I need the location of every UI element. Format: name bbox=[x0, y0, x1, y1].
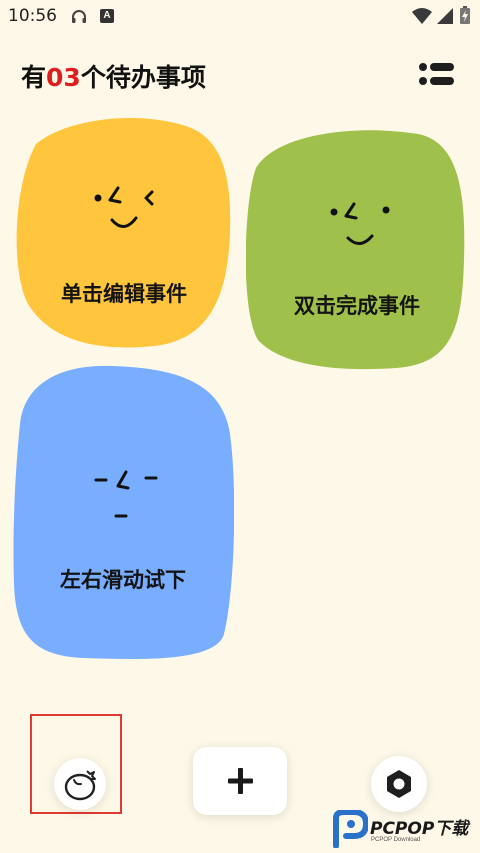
signal-icon bbox=[437, 8, 453, 24]
headset-icon bbox=[72, 10, 86, 23]
card-label: 单击编辑事件 bbox=[61, 282, 187, 306]
list-menu-button[interactable] bbox=[418, 62, 456, 90]
settings-button[interactable] bbox=[371, 756, 427, 812]
watermark-text: PCPOP下载 bbox=[370, 819, 469, 839]
todo-card-swipe[interactable]: 左右滑动试下 bbox=[12, 364, 234, 662]
status-bar: 10:56 A bbox=[0, 0, 480, 34]
pcpop-watermark: PCPOP下载 PCPOP Download bbox=[332, 808, 478, 850]
a-badge-icon: A bbox=[100, 9, 114, 23]
page-title: 有03个待办事项 bbox=[21, 58, 206, 94]
watermark-subtext: PCPOP Download bbox=[371, 837, 421, 843]
card-label: 双击完成事件 bbox=[294, 294, 420, 318]
pcpop-logo-icon bbox=[333, 810, 368, 848]
todo-count: 03 bbox=[46, 63, 81, 92]
status-time: 10:56 bbox=[8, 6, 57, 26]
plus-icon bbox=[228, 768, 253, 794]
face-neutral-icon bbox=[94, 470, 158, 518]
title-prefix: 有 bbox=[21, 63, 47, 92]
list-icon bbox=[419, 63, 454, 85]
tomato-timer-button[interactable] bbox=[54, 758, 106, 810]
add-todo-button[interactable] bbox=[193, 747, 287, 815]
battery-icon bbox=[460, 6, 470, 24]
wifi-icon bbox=[412, 8, 432, 24]
title-suffix: 个待办事项 bbox=[80, 63, 206, 92]
todo-card-complete[interactable]: 双击完成事件 bbox=[246, 130, 468, 370]
hexagon-settings-icon bbox=[387, 770, 411, 798]
face-smile-icon bbox=[330, 202, 390, 245]
tomato-icon bbox=[64, 770, 96, 801]
todo-card-edit[interactable]: 单击编辑事件 bbox=[14, 114, 234, 348]
face-wink-icon bbox=[94, 186, 154, 228]
card-label: 左右滑动试下 bbox=[60, 568, 186, 592]
